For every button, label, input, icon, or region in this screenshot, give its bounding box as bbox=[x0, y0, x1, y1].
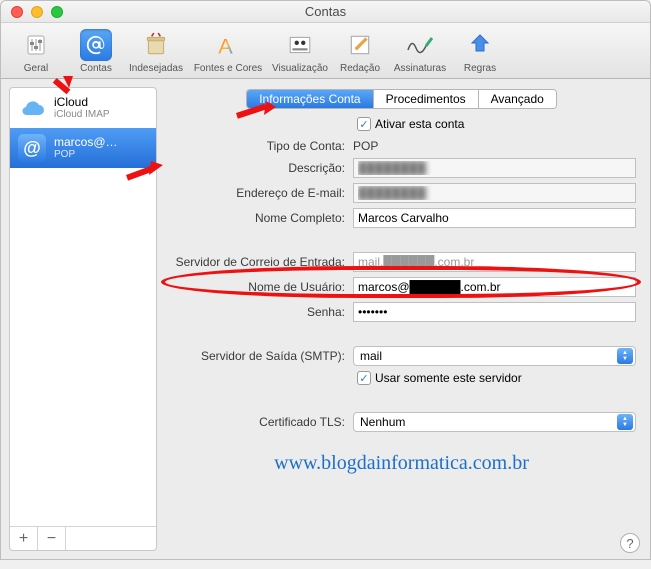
toolbar-contas[interactable]: Contas bbox=[67, 27, 125, 78]
toolbar-fontes[interactable]: A Fontes e Cores bbox=[187, 27, 269, 78]
pass-input[interactable] bbox=[353, 302, 636, 322]
email-label: Endereço de E-mail: bbox=[167, 186, 353, 200]
compose-icon bbox=[344, 29, 376, 61]
fullname-label: Nome Completo: bbox=[167, 211, 353, 225]
tab-info[interactable]: Informações Conta bbox=[247, 90, 373, 108]
incoming-label: Servidor de Correio de Entrada: bbox=[167, 255, 353, 269]
font-icon: A bbox=[212, 29, 244, 61]
preferences-window: Contas Geral Contas Indesejadas A Fontes… bbox=[0, 0, 651, 560]
add-account-button[interactable]: + bbox=[10, 527, 38, 550]
incoming-input[interactable] bbox=[353, 252, 636, 272]
slider-icon bbox=[20, 29, 52, 61]
toolbar-assinaturas[interactable]: Assinaturas bbox=[391, 27, 449, 78]
accounts-list: iCloud iCloud IMAP @ marcos@… POP bbox=[10, 88, 156, 526]
account-sub: iCloud IMAP bbox=[54, 109, 110, 120]
tab-avancado[interactable]: Avançado bbox=[479, 90, 556, 108]
svg-text:A: A bbox=[218, 34, 233, 58]
close-window-button[interactable] bbox=[11, 6, 23, 18]
smtp-only-checkbox[interactable]: ✓ bbox=[357, 371, 371, 385]
signature-icon bbox=[404, 29, 436, 61]
tabs: Informações Conta Procedimentos Avançado bbox=[167, 89, 636, 109]
toolbar-label: Contas bbox=[80, 63, 112, 74]
toolbar-label: Geral bbox=[24, 63, 48, 74]
user-label: Nome de Usuário: bbox=[167, 280, 353, 294]
type-label: Tipo de Conta: bbox=[167, 139, 353, 153]
smtp-select[interactable]: mail ▲▼ bbox=[353, 346, 636, 366]
cloud-icon bbox=[18, 94, 46, 122]
toolbar-geral[interactable]: Geral bbox=[7, 27, 65, 78]
at-icon: @ bbox=[18, 134, 46, 162]
toolbar-label: Fontes e Cores bbox=[194, 63, 262, 74]
fullname-input[interactable] bbox=[353, 208, 636, 228]
rules-icon bbox=[464, 29, 496, 61]
zoom-window-button[interactable] bbox=[51, 6, 63, 18]
type-value: POP bbox=[353, 139, 636, 153]
tls-label: Certificado TLS: bbox=[167, 415, 353, 429]
at-icon bbox=[80, 29, 112, 61]
tab-procedimentos[interactable]: Procedimentos bbox=[374, 90, 479, 108]
chevron-updown-icon: ▲▼ bbox=[617, 348, 633, 364]
photo-icon bbox=[284, 29, 316, 61]
account-name: marcos@… bbox=[54, 136, 118, 149]
accounts-sidebar: iCloud iCloud IMAP @ marcos@… POP + − bbox=[9, 87, 157, 551]
toolbar-regras[interactable]: Regras bbox=[451, 27, 509, 78]
titlebar: Contas bbox=[1, 1, 650, 23]
smtp-only-label: Usar somente este servidor bbox=[375, 371, 522, 385]
tls-value: Nenhum bbox=[360, 415, 405, 429]
trash-icon bbox=[140, 29, 172, 61]
account-item-marcos[interactable]: @ marcos@… POP bbox=[10, 128, 156, 168]
toolbar-label: Redação bbox=[340, 63, 380, 74]
window-controls bbox=[11, 6, 63, 18]
chevron-updown-icon: ▲▼ bbox=[617, 414, 633, 430]
activate-checkbox[interactable]: ✓ bbox=[357, 117, 371, 131]
toolbar-visualizacao[interactable]: Visualização bbox=[271, 27, 329, 78]
toolbar-label: Visualização bbox=[272, 63, 328, 74]
account-sub: POP bbox=[54, 149, 118, 160]
minimize-window-button[interactable] bbox=[31, 6, 43, 18]
toolbar-indesejadas[interactable]: Indesejadas bbox=[127, 27, 185, 78]
watermark-text: www.blogdainformatica.com.br bbox=[167, 452, 636, 475]
toolbar-label: Indesejadas bbox=[129, 63, 183, 74]
toolbar-redacao[interactable]: Redação bbox=[331, 27, 389, 78]
toolbar-label: Regras bbox=[464, 63, 496, 74]
help-button[interactable]: ? bbox=[620, 533, 640, 553]
activate-label: Ativar esta conta bbox=[375, 117, 464, 131]
toolbar: Geral Contas Indesejadas A Fontes e Core… bbox=[1, 23, 650, 79]
tls-select[interactable]: Nenhum ▲▼ bbox=[353, 412, 636, 432]
desc-input[interactable] bbox=[353, 158, 636, 178]
toolbar-label: Assinaturas bbox=[394, 63, 446, 74]
desc-label: Descrição: bbox=[167, 161, 353, 175]
window-title: Contas bbox=[1, 4, 650, 19]
remove-account-button[interactable]: − bbox=[38, 527, 66, 550]
account-name: iCloud bbox=[54, 96, 110, 109]
user-input[interactable] bbox=[353, 277, 636, 297]
pass-label: Senha: bbox=[167, 305, 353, 319]
smtp-label: Servidor de Saída (SMTP): bbox=[167, 349, 353, 363]
account-item-icloud[interactable]: iCloud iCloud IMAP bbox=[10, 88, 156, 128]
sidebar-footer: + − bbox=[10, 526, 156, 550]
email-input[interactable] bbox=[353, 183, 636, 203]
main-panel: Informações Conta Procedimentos Avançado… bbox=[157, 79, 650, 559]
smtp-value: mail bbox=[360, 349, 382, 363]
